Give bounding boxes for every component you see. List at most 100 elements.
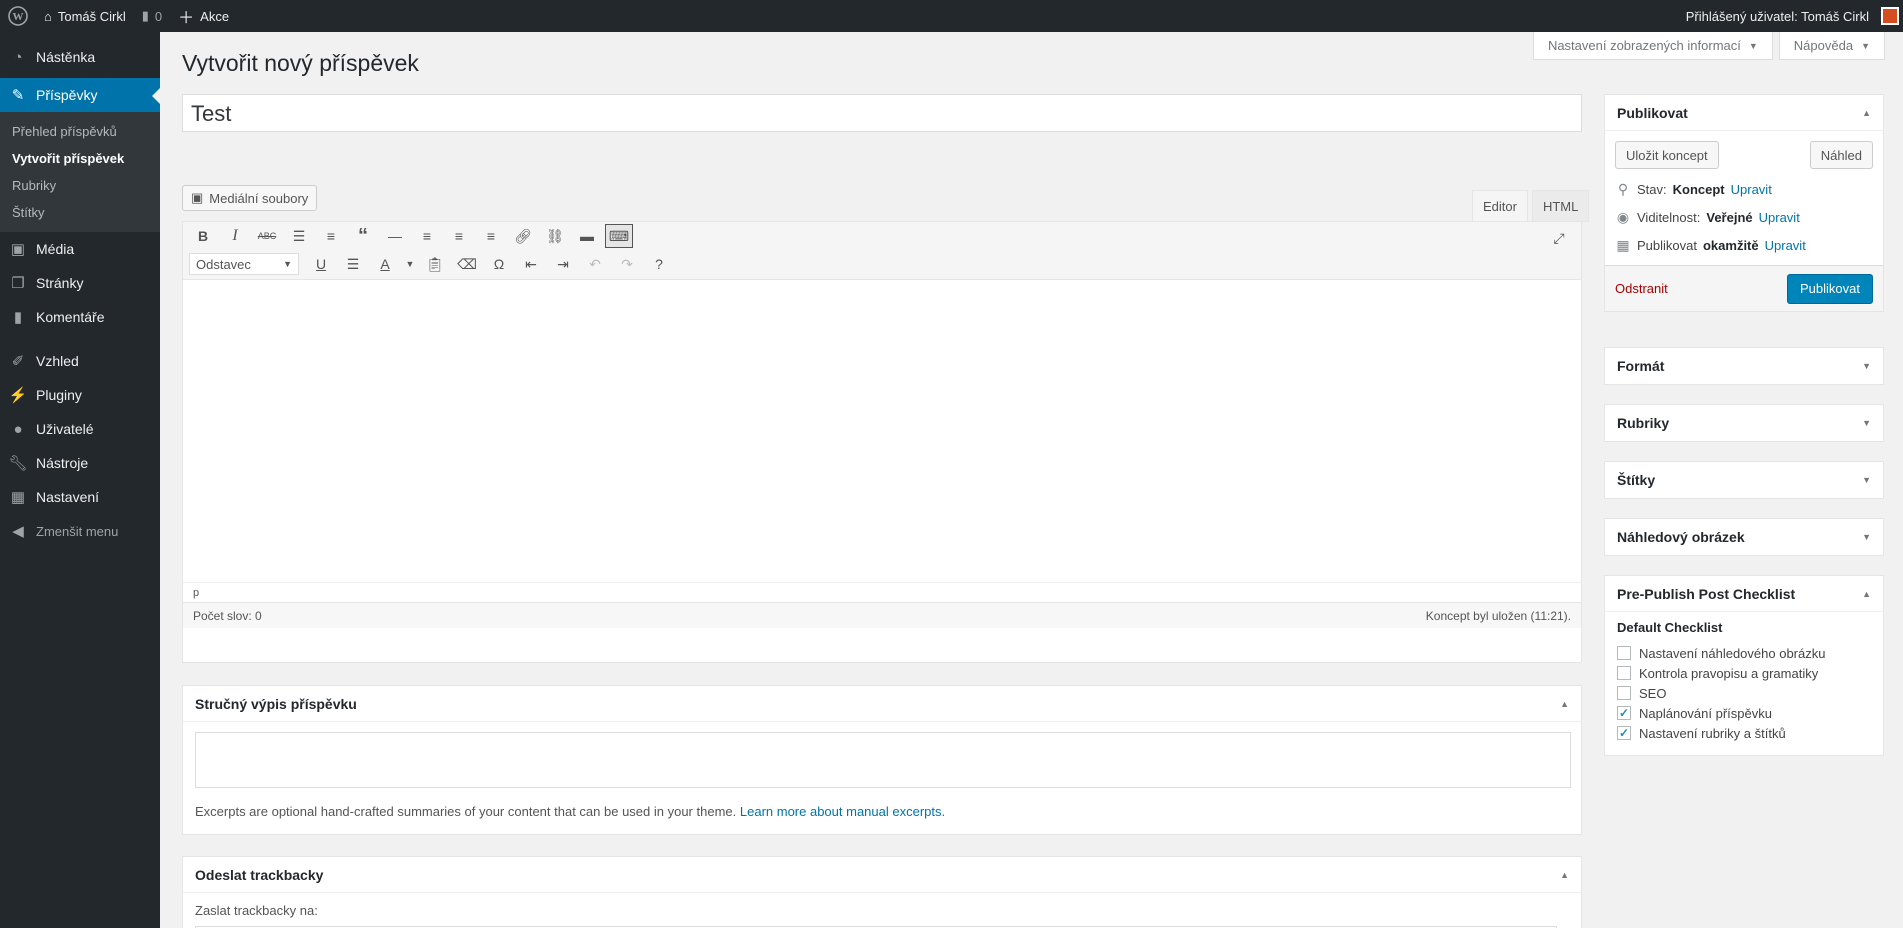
- publish-button[interactable]: Publikovat: [1787, 273, 1873, 304]
- site-name-link[interactable]: ⌂ Tomáš Cirkl: [36, 0, 134, 32]
- justify-icon[interactable]: ☰: [339, 252, 367, 276]
- insert-link-icon[interactable]: 🔗︎: [509, 224, 537, 248]
- collapse-arrow-icon: ◀: [12, 523, 24, 540]
- checkbox[interactable]: [1617, 666, 1631, 680]
- italic-icon[interactable]: I: [221, 224, 249, 248]
- horizontal-line-icon[interactable]: —: [381, 224, 409, 248]
- text-color-icon[interactable]: A: [371, 252, 399, 276]
- account-link[interactable]: Přihlášený uživatel: Tomáš Cirkl: [1678, 0, 1903, 32]
- plugins-icon: ⚡: [8, 387, 28, 404]
- save-draft-button[interactable]: Uložit koncept: [1615, 141, 1719, 169]
- numbered-list-icon[interactable]: ≡: [317, 224, 345, 248]
- calendar-icon: ▦: [1616, 236, 1630, 253]
- tab-html[interactable]: HTML: [1531, 190, 1590, 222]
- trackbacks-box-header[interactable]: Odeslat trackbacky ▲: [183, 857, 1581, 893]
- trackbacks-label: Zaslat trackbacky na:: [195, 903, 318, 918]
- help-button[interactable]: Nápověda ▼: [1778, 32, 1885, 60]
- collapse-menu-button[interactable]: ◀ Zmenšit menu: [0, 514, 160, 548]
- submenu-categories[interactable]: Rubriky: [0, 172, 160, 199]
- checkbox-checked[interactable]: ✓: [1617, 726, 1631, 740]
- align-left-icon[interactable]: ≡: [413, 224, 441, 248]
- checklist-item[interactable]: ✓ Nastavení rubriky a štítků: [1617, 723, 1871, 743]
- excerpt-textarea[interactable]: [195, 732, 1571, 788]
- special-character-icon[interactable]: Ω: [485, 252, 513, 276]
- checkbox-checked[interactable]: ✓: [1617, 706, 1631, 720]
- align-right-icon[interactable]: ≡: [477, 224, 505, 248]
- submenu-all-posts[interactable]: Přehled příspěvků: [0, 118, 160, 145]
- collapse-arrow-icon[interactable]: ▲: [1862, 108, 1871, 118]
- add-media-button[interactable]: ▣ Mediální soubory: [182, 185, 318, 211]
- sidebar-item-dashboard[interactable]: ◔ Nástěnka: [0, 40, 160, 74]
- excerpt-box-title: Stručný výpis příspěvku: [195, 695, 357, 712]
- collapse-arrow-icon[interactable]: ▲: [1560, 699, 1569, 709]
- format-box-header[interactable]: Formát ▼: [1605, 348, 1883, 384]
- wordpress-logo-icon[interactable]: W: [0, 0, 36, 32]
- featured-image-box: Náhledový obrázek ▼: [1604, 518, 1884, 556]
- excerpt-box-header[interactable]: Stručný výpis příspěvku ▲: [183, 686, 1581, 722]
- help-icon[interactable]: ?: [645, 252, 673, 276]
- strikethrough-icon[interactable]: ABC: [253, 224, 281, 248]
- media-icon: ▣: [10, 241, 26, 258]
- comments-link[interactable]: ▮ 0: [134, 0, 170, 32]
- remove-link-icon[interactable]: ⛓︎: [541, 224, 569, 248]
- sidebar-item-settings[interactable]: ▦ Nastavení: [0, 480, 160, 514]
- checkbox[interactable]: [1617, 646, 1631, 660]
- paste-text-icon[interactable]: 📋︎: [421, 252, 449, 276]
- text-color-dropdown-icon[interactable]: ▼: [403, 252, 417, 276]
- checklist-item[interactable]: Nastavení náhledového obrázku: [1617, 643, 1871, 663]
- publish-box-header[interactable]: Publikovat ▲: [1605, 95, 1883, 131]
- blockquote-icon[interactable]: “: [349, 224, 377, 248]
- checklist-item[interactable]: Kontrola pravopisu a gramatiky: [1617, 663, 1871, 683]
- tags-box-title: Štítky: [1617, 472, 1656, 488]
- checklist-item[interactable]: ✓ Naplánování příspěvku: [1617, 703, 1871, 723]
- collapse-arrow-icon[interactable]: ▲: [1862, 589, 1871, 599]
- excerpt-learn-more-link[interactable]: Learn more about manual excerpts.: [740, 804, 945, 819]
- outdent-icon[interactable]: ⇤: [517, 252, 545, 276]
- undo-icon[interactable]: ↶: [581, 252, 609, 276]
- move-to-trash-link[interactable]: Odstranit: [1615, 281, 1668, 296]
- new-content-link[interactable]: ＋ Akce: [170, 0, 237, 32]
- checklist-box-header[interactable]: Pre-Publish Post Checklist ▲: [1605, 576, 1883, 612]
- redo-icon[interactable]: ↷: [613, 252, 641, 276]
- sidebar-item-appearance[interactable]: ✐ Vzhled: [0, 344, 160, 378]
- read-more-icon[interactable]: ▬: [573, 224, 601, 248]
- checkbox[interactable]: [1617, 686, 1631, 700]
- expand-arrow-icon[interactable]: ▼: [1862, 361, 1871, 371]
- editor-content-area[interactable]: [183, 280, 1581, 582]
- categories-box-header[interactable]: Rubriky ▼: [1605, 405, 1883, 441]
- featured-image-box-header[interactable]: Náhledový obrázek ▼: [1605, 519, 1883, 555]
- sidebar-item-comments[interactable]: ▮ Komentáře: [0, 300, 160, 334]
- indent-icon[interactable]: ⇥: [549, 252, 577, 276]
- sidebar-item-label: Nástroje: [36, 455, 89, 471]
- clear-formatting-icon[interactable]: ⌫: [453, 252, 481, 276]
- edit-publish-time-link[interactable]: Upravit: [1765, 238, 1806, 253]
- submenu-add-new[interactable]: Vytvořit příspěvek: [0, 145, 160, 172]
- edit-visibility-link[interactable]: Upravit: [1759, 210, 1800, 225]
- post-title-input[interactable]: Test: [182, 94, 1582, 132]
- edit-status-link[interactable]: Upravit: [1731, 182, 1772, 197]
- sidebar-item-posts[interactable]: ✎ Příspěvky: [0, 78, 160, 112]
- sidebar-item-tools[interactable]: 🔧︎ Nástroje: [0, 446, 160, 480]
- bullet-list-icon[interactable]: ☰: [285, 224, 313, 248]
- align-center-icon[interactable]: ≡: [445, 224, 473, 248]
- underline-icon[interactable]: U: [307, 252, 335, 276]
- submenu-tags[interactable]: Štítky: [0, 199, 160, 226]
- tab-visual[interactable]: Editor: [1472, 190, 1528, 222]
- collapse-arrow-icon[interactable]: ▲: [1560, 870, 1569, 880]
- sidebar-item-plugins[interactable]: ⚡ Pluginy: [0, 378, 160, 412]
- preview-button[interactable]: Náhled: [1809, 141, 1873, 169]
- sidebar-item-pages[interactable]: ❐ Stránky: [0, 266, 160, 300]
- screen-options-button[interactable]: Nastavení zobrazených informací ▼: [1532, 32, 1773, 60]
- editor-toolbar: B I ABC ☰ ≡ “ — ≡ ≡ ≡ 🔗︎ ⛓︎ ▬ ⌨ Odstavec…: [183, 222, 1581, 280]
- fullscreen-icon[interactable]: ⤢: [1545, 226, 1573, 250]
- tags-box-header[interactable]: Štítky ▼: [1605, 462, 1883, 498]
- toolbar-toggle-icon[interactable]: ⌨: [605, 224, 633, 248]
- expand-arrow-icon[interactable]: ▼: [1862, 532, 1871, 542]
- expand-arrow-icon[interactable]: ▼: [1862, 475, 1871, 485]
- sidebar-item-media[interactable]: ▣ Média: [0, 232, 160, 266]
- bold-icon[interactable]: B: [189, 224, 217, 248]
- expand-arrow-icon[interactable]: ▼: [1862, 418, 1871, 428]
- checklist-item[interactable]: SEO: [1617, 683, 1871, 703]
- format-select[interactable]: Odstavec ▼: [189, 253, 299, 275]
- sidebar-item-users[interactable]: ● Uživatelé: [0, 412, 160, 446]
